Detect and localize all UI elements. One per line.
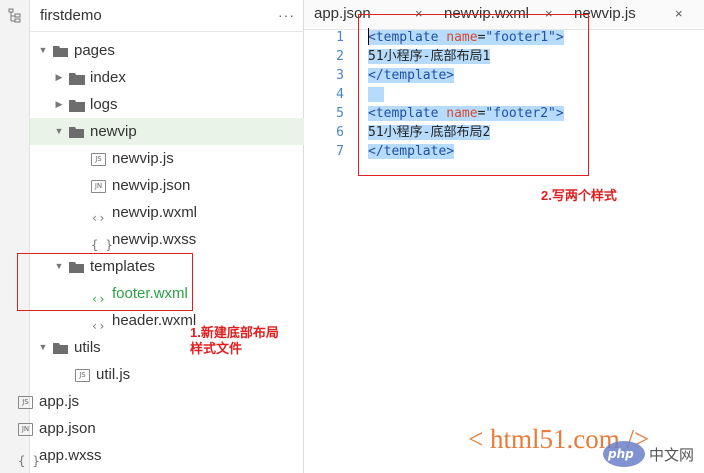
annotation-step1-line1: 1.新建底部布局 [190,325,279,340]
tree-item-newvip-json[interactable]: JN newvip.json [30,172,304,199]
line-number: 5 [336,106,344,121]
close-icon[interactable]: × [675,0,683,28]
tree-item-label: utils [74,339,101,356]
annotation-box-code [358,14,589,176]
tree-item-label: app.json [39,420,96,437]
tree-item-label: logs [90,96,118,113]
folder-icon [69,73,85,85]
tree-item-newvip-wxss[interactable]: { } newvip.wxss [30,226,304,253]
tree-item-label: newvip.js [112,150,174,167]
logo-php: php [608,447,634,461]
chevron-down-icon[interactable]: ▼ [38,334,48,361]
chevron-right-icon[interactable]: ▶ [54,91,64,118]
chevron-right-icon[interactable]: ▶ [54,64,64,91]
tree-item-label: pages [74,42,115,59]
chevron-down-icon[interactable]: ▼ [54,118,64,145]
json-file-icon: JN [18,423,33,436]
tab-newvip-js[interactable]: newvip.js × [574,0,700,30]
annotation-box-templates [17,253,193,311]
explorer-header: firstdemo ··· [30,0,304,32]
line-number: 2 [336,49,344,64]
tree-item-util-js[interactable]: JS util.js [30,361,304,388]
folder-icon [69,100,85,112]
tree-item-app-wxss[interactable]: { } app.wxss [18,442,304,469]
tree-item-newvip-js[interactable]: JS newvip.js [30,145,304,172]
tree-item-label: newvip.wxml [112,204,198,221]
tree-item-label: app.js [39,393,80,410]
logo-cn: 中文网 [649,446,695,464]
tree-item-newvip-wxml[interactable]: ‹› newvip.wxml [30,199,304,226]
tree-item-label: util.js [96,366,131,383]
file-tree-icon[interactable] [8,8,22,24]
watermark-logo: php 中文网 [603,439,697,469]
line-number: 3 [336,68,344,83]
tree-item-label: header.wxml [112,312,197,329]
tree-item-newvip[interactable]: ▼ newvip [30,118,304,145]
line-number: 6 [336,125,344,140]
project-title: firstdemo [40,7,102,24]
line-number: 7 [336,144,344,159]
folder-open-icon [53,46,68,57]
style-file-icon: { } [18,454,40,468]
folder-open-icon [53,343,68,354]
file-explorer: firstdemo ··· ▼ pages ▶ index ▶ logs ▼ newvip JS… [18,0,304,473]
annotation-step2: 2.写两个样式 [541,188,617,203]
tree-item-label: index [90,69,126,86]
json-file-icon: JN [91,180,106,193]
js-file-icon: JS [18,396,33,409]
line-number: 4 [336,87,344,102]
js-file-icon: JS [75,369,90,382]
tree-item-index[interactable]: ▶ index [30,64,304,91]
tree-item-app-json[interactable]: JN app.json [18,415,304,442]
js-file-icon: JS [91,153,106,166]
more-options-button[interactable]: ··· [278,7,295,23]
tree-item-label: newvip [90,123,137,140]
folder-open-icon [69,127,84,138]
tree-item-label: app.wxss [39,447,102,464]
tree-item-label: newvip.wxss [112,231,197,248]
tree-item-label: newvip.json [112,177,191,194]
tree-item-pages[interactable]: ▼ pages [30,37,304,64]
chevron-down-icon[interactable]: ▼ [38,37,48,64]
annotation-step1-line2: 样式文件 [190,341,243,356]
line-number: 1 [336,30,344,45]
tree-item-logs[interactable]: ▶ logs [30,91,304,118]
tree-item-app-js[interactable]: JS app.js [18,388,304,415]
